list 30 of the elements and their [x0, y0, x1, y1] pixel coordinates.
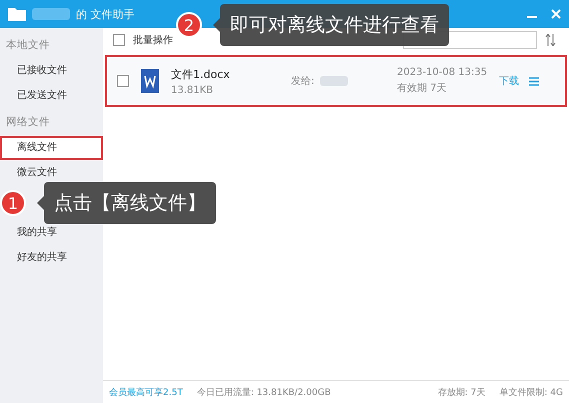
- retention-text: 存放期: 7天: [438, 386, 486, 398]
- select-all-checkbox[interactable]: [113, 34, 125, 46]
- folder-icon: [8, 7, 26, 21]
- file-checkbox[interactable]: [117, 75, 129, 87]
- file-name: 文件1.docx: [171, 66, 231, 82]
- sidebar-item[interactable]: 我的共享: [0, 221, 103, 245]
- blurred-name: [32, 8, 70, 20]
- close-icon[interactable]: [551, 9, 561, 19]
- sidebar-item[interactable]: 好友的共享: [0, 246, 103, 270]
- sidebar-item[interactable]: 微云文件: [0, 161, 103, 185]
- word-document-icon: [139, 68, 161, 94]
- file-row[interactable]: 文件1.docx 13.81KB 发给: 2023-10-08 13:35 有效期 7天 下载: [105, 55, 567, 107]
- validity-period: 有效期 7天: [397, 82, 448, 95]
- sidebar-item[interactable]: 离线文件: [0, 136, 103, 160]
- menu-icon[interactable]: [529, 76, 539, 86]
- file-date: 2023-10-08 13:35: [397, 67, 488, 78]
- sidebar-item[interactable]: 已发送文件: [0, 84, 103, 108]
- file-size: 13.81KB: [171, 84, 214, 96]
- sidebar-heading: 网络文件: [5, 115, 51, 130]
- blurred-recipient: [320, 76, 348, 86]
- batch-operation-label[interactable]: 批量操作: [133, 33, 173, 47]
- traffic-text: 今日已用流量: 13.81KB/2.00GB: [196, 386, 331, 398]
- callout-tooltip: 点击【离线文件】: [44, 182, 216, 224]
- step-badge: 2: [176, 12, 202, 38]
- sidebar-item[interactable]: 已接收文件: [0, 59, 103, 83]
- callout-tooltip: 即可对离线文件进行查看: [220, 4, 449, 46]
- size-limit-text: 单文件限制: 4G: [499, 386, 563, 398]
- window-title: 的 文件助手: [76, 6, 134, 22]
- sent-to-label: 发给:: [291, 75, 314, 88]
- sidebar-heading: 本地文件: [5, 38, 51, 53]
